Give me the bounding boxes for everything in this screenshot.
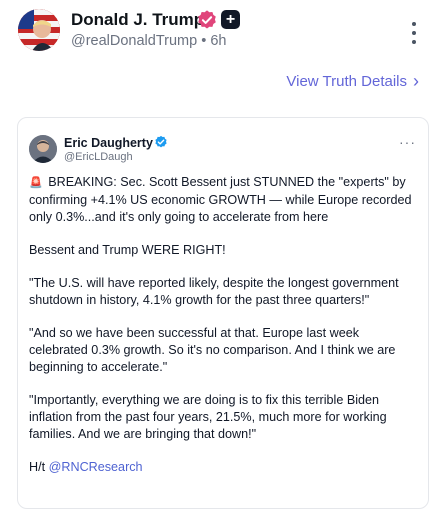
hat-tip-line: H/t @RNCResearch (29, 459, 421, 476)
quote-paragraph: 🚨 BREAKING: Sec. Scott Bessent just STUN… (29, 174, 421, 226)
quote-verified-icon (155, 135, 167, 148)
plus-badge-icon: + (221, 10, 240, 29)
quote-paragraph: "The U.S. will have reported likely, des… (29, 276, 399, 307)
mention-link[interactable]: @RNCResearch (49, 460, 143, 474)
quote-more-icon[interactable]: ··· (399, 134, 416, 150)
post-header: Donald J. Trump + @realDonaldTrump • 6h (0, 0, 443, 62)
quote-paragraph: Bessent and Trump WERE RIGHT! (29, 243, 226, 257)
post-time: 6h (210, 33, 227, 49)
quoted-post-card[interactable]: Eric Daugherty @EricLDaugh ··· 🚨 BREAKIN… (17, 117, 429, 509)
quote-avatar[interactable] (29, 135, 57, 163)
verified-badge-icon (198, 10, 216, 29)
view-truth-details-link[interactable]: View Truth Details › (286, 71, 419, 91)
separator: • (201, 33, 207, 49)
more-options-icon[interactable] (405, 22, 423, 44)
quote-author-name[interactable]: Eric Daugherty (64, 136, 153, 150)
hat-tip-prefix: H/t (29, 460, 49, 474)
author-handle[interactable]: @realDonaldTrump (71, 33, 197, 49)
quote-body: 🚨 BREAKING: Sec. Scott Bessent just STUN… (29, 174, 421, 492)
quote-paragraph: "Importantly, everything we are doing is… (29, 393, 387, 441)
siren-icon: 🚨 (29, 177, 43, 189)
author-name[interactable]: Donald J. Trump (71, 10, 204, 30)
view-truth-details-label: View Truth Details (286, 73, 407, 90)
avatar[interactable] (18, 9, 60, 51)
quote-author-handle[interactable]: @EricLDaugh (64, 151, 133, 163)
author-handle-line: @realDonaldTrump • 6h (71, 33, 226, 49)
chevron-right-icon: › (413, 71, 419, 91)
quote-paragraph-text: BREAKING: Sec. Scott Bessent just STUNNE… (29, 175, 412, 224)
quote-paragraph: "And so we have been successful at that.… (29, 326, 396, 374)
